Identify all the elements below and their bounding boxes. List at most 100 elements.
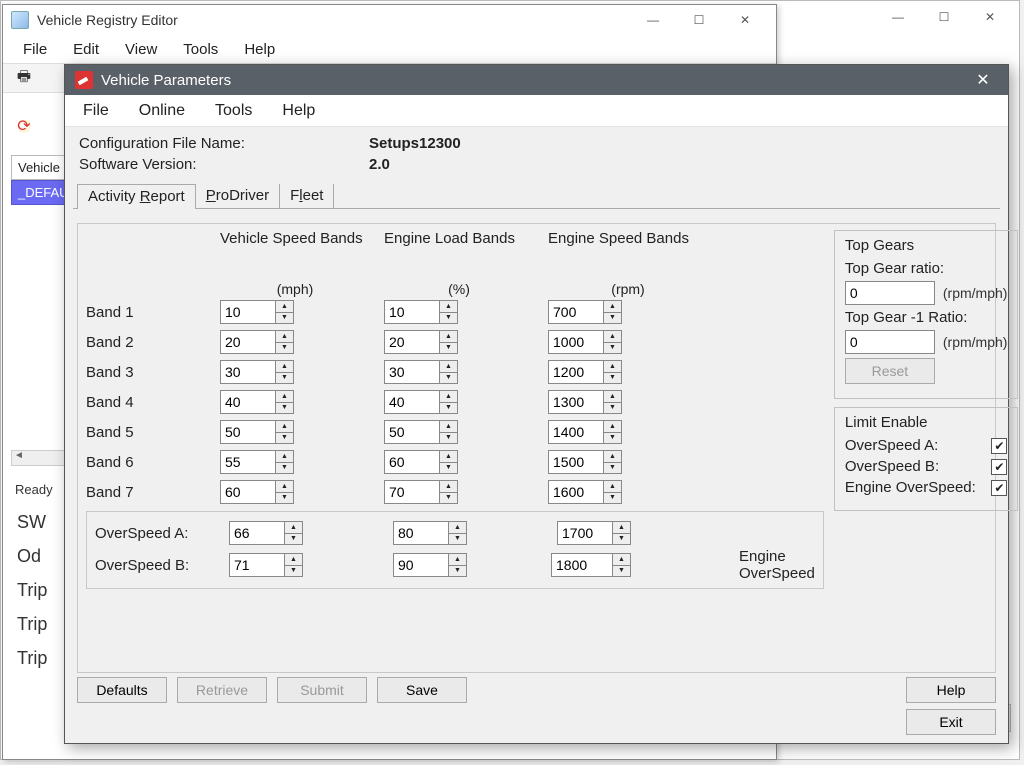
activity-report-panel: Vehicle Speed Bands Engine Load Bands En…: [77, 223, 996, 673]
top-gear-m1-unit: (rpm/mph): [943, 334, 1008, 350]
tab-fleet[interactable]: Fleet: [280, 184, 334, 208]
mph-band6[interactable]: ▲▼: [220, 450, 370, 474]
top-gears-group: Top Gears Top Gear ratio: (rpm/mph) Top …: [834, 230, 1019, 399]
limit-osb-checkbox[interactable]: ✔: [991, 459, 1007, 475]
band-label: Band 5: [86, 424, 206, 441]
top-gears-title: Top Gears: [845, 237, 1008, 254]
overspeed-box: OverSpeed A: ▲▼ ▲▼ ▲▼ OverSpeed B: ▲▼ ▲▼…: [86, 511, 824, 589]
side-label: Trip: [17, 573, 47, 607]
top-gear-m1-label: Top Gear -1 Ratio:: [845, 309, 1008, 326]
pct-band4[interactable]: ▲▼: [384, 390, 534, 414]
band-label: Band 4: [86, 394, 206, 411]
app-title: Vehicle Registry Editor: [37, 12, 630, 28]
left-tab-strip: Vehicle _DEFAU: [11, 155, 66, 205]
dmenu-online[interactable]: Online: [139, 102, 185, 120]
app-icon: [11, 11, 29, 29]
side-label: Od: [17, 539, 47, 573]
band-label: Band 7: [86, 484, 206, 501]
limit-osa-label: OverSpeed A:: [845, 437, 938, 454]
overspeed-b-mph[interactable]: ▲▼: [229, 553, 379, 577]
tab-prodriver[interactable]: ProDriver: [196, 184, 280, 208]
rpm-band8[interactable]: ▲▼: [557, 521, 717, 545]
software-version-value: 2.0: [369, 156, 390, 173]
top-gear-m1-input[interactable]: [845, 330, 935, 354]
bg-maximize-button[interactable]: ☐: [921, 3, 967, 31]
rpm-band4[interactable]: ▲▼: [548, 390, 708, 414]
menu-help[interactable]: Help: [244, 41, 275, 58]
defaults-button[interactable]: Defaults: [77, 677, 167, 703]
rpm-band2[interactable]: ▲▼: [548, 330, 708, 354]
exit-button[interactable]: Exit: [906, 709, 996, 735]
mph-band4[interactable]: ▲▼: [220, 390, 370, 414]
band-label: Band 6: [86, 454, 206, 471]
engine-overspeed-label: Engine OverSpeed: [739, 548, 815, 582]
top-gears-reset-button[interactable]: Reset: [845, 358, 935, 384]
pct-band8[interactable]: ▲▼: [393, 521, 543, 545]
side-label: Trip: [17, 641, 47, 675]
horizontal-scrollbar[interactable]: [11, 450, 66, 466]
mph-band5[interactable]: ▲▼: [220, 420, 370, 444]
rpm-band7[interactable]: ▲▼: [548, 480, 708, 504]
save-button[interactable]: Save: [377, 677, 467, 703]
menu-view[interactable]: View: [125, 41, 157, 58]
config-file-label: Configuration File Name:: [79, 135, 369, 152]
rpm-band6[interactable]: ▲▼: [548, 450, 708, 474]
menu-tools[interactable]: Tools: [183, 41, 218, 58]
pct-band7[interactable]: ▲▼: [384, 480, 534, 504]
rpm-band3[interactable]: ▲▼: [548, 360, 708, 384]
bg-close-button[interactable]: ✕: [967, 3, 1013, 31]
close-button[interactable]: ✕: [722, 6, 768, 34]
submit-button[interactable]: Submit: [277, 677, 367, 703]
maximize-button[interactable]: ☐: [676, 6, 722, 34]
mph-band7[interactable]: ▲▼: [220, 480, 370, 504]
rpm-band5[interactable]: ▲▼: [548, 420, 708, 444]
hdr-vehicle-speed: Vehicle Speed Bands: [220, 230, 370, 251]
mph-band2[interactable]: ▲▼: [220, 330, 370, 354]
minimize-button[interactable]: —: [630, 6, 676, 34]
band-label: Band 1: [86, 304, 206, 321]
dmenu-help[interactable]: Help: [282, 102, 315, 120]
unit-mph: (mph): [220, 281, 370, 297]
side-label: Trip: [17, 607, 47, 641]
dmenu-tools[interactable]: Tools: [215, 102, 252, 120]
menu-edit[interactable]: Edit: [73, 41, 99, 58]
engine-overspeed-rpm[interactable]: ▲▼: [551, 553, 631, 577]
mph-band3[interactable]: ▲▼: [220, 360, 370, 384]
pct-band6[interactable]: ▲▼: [384, 450, 534, 474]
param-tabs: Activity Report ProDriver Fleet: [73, 181, 1000, 209]
retrieve-button[interactable]: Retrieve: [177, 677, 267, 703]
dmenu-file[interactable]: File: [83, 102, 109, 120]
tab-activity-report[interactable]: Activity Report: [77, 184, 196, 209]
bg-minimize-button[interactable]: —: [875, 3, 921, 31]
limit-osa-checkbox[interactable]: ✔: [991, 438, 1007, 454]
main-menubar: File Edit View Tools Help: [3, 35, 776, 63]
pct-band1[interactable]: ▲▼: [384, 300, 534, 324]
band-label: Band 2: [86, 334, 206, 351]
top-gear-ratio-input[interactable]: [845, 281, 935, 305]
overspeed-a-mph[interactable]: ▲▼: [229, 521, 379, 545]
pct-band3[interactable]: ▲▼: [384, 360, 534, 384]
refresh-icon[interactable]: ⟳: [13, 115, 35, 137]
help-button[interactable]: Help: [906, 677, 996, 703]
limit-eng-label: Engine OverSpeed:: [845, 479, 976, 496]
top-gear-unit: (rpm/mph): [943, 285, 1008, 301]
pct-band5[interactable]: ▲▼: [384, 420, 534, 444]
limit-eng-checkbox[interactable]: ✔: [991, 480, 1007, 496]
pct-band9[interactable]: ▲▼: [393, 553, 543, 577]
dialog-close-button[interactable]: ✕: [968, 70, 998, 90]
hdr-engine-speed: Engine Speed Bands: [548, 230, 708, 251]
overspeed-a-label: OverSpeed A:: [95, 525, 215, 542]
limit-enable-group: Limit Enable OverSpeed A: ✔ OverSpeed B: ✔…: [834, 407, 1019, 511]
menu-file[interactable]: File: [23, 41, 47, 58]
top-gear-ratio-label: Top Gear ratio:: [845, 260, 1008, 277]
limit-osb-label: OverSpeed B:: [845, 458, 939, 475]
config-file-value: Setups12300: [369, 135, 461, 152]
mph-band1[interactable]: ▲▼: [220, 300, 370, 324]
rpm-band1[interactable]: ▲▼: [548, 300, 708, 324]
unit-pct: (%): [384, 281, 534, 297]
print-icon[interactable]: 🖶: [13, 67, 35, 89]
limit-enable-title: Limit Enable: [845, 414, 1008, 431]
tab-vehicle[interactable]: Vehicle: [11, 155, 66, 180]
pct-band2[interactable]: ▲▼: [384, 330, 534, 354]
tab-default[interactable]: _DEFAU: [11, 180, 66, 205]
